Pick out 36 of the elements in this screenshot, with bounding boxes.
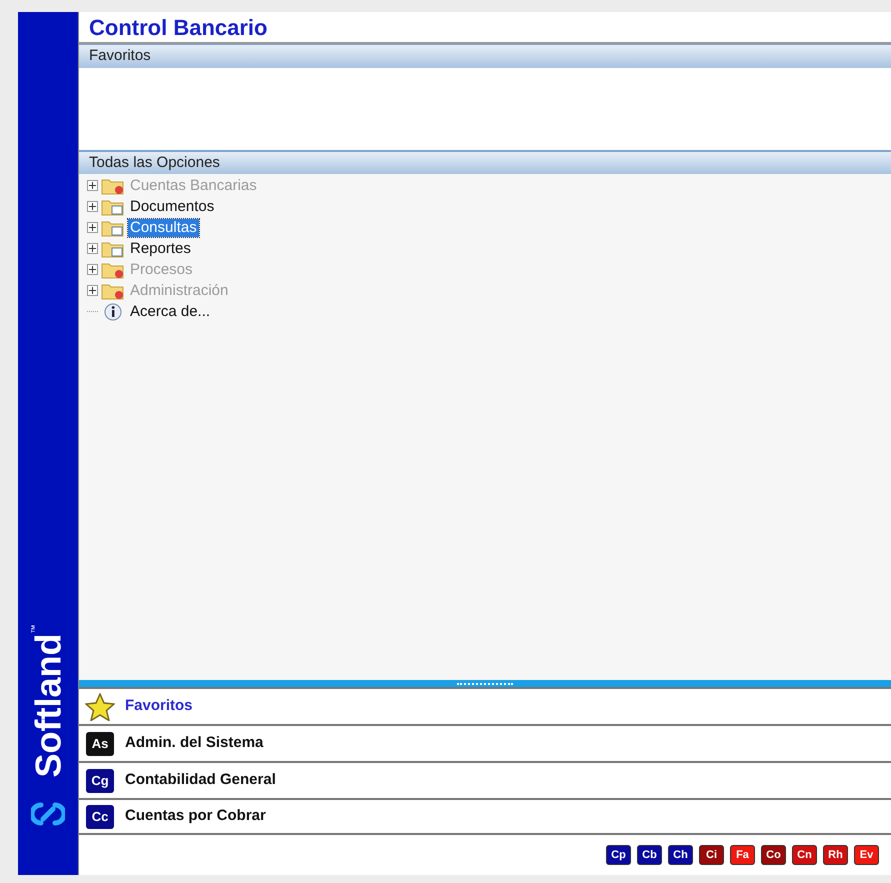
expand-box-icon[interactable] [87, 285, 98, 296]
brand-name: Softland [30, 634, 66, 778]
module-badge: Cc [86, 804, 114, 828]
panel-header: Todas las Opciones [79, 150, 891, 174]
module-badge: As [86, 732, 114, 756]
folder-icon [101, 198, 125, 216]
expand-box-icon[interactable] [87, 201, 98, 212]
app-title: Control Bancario [89, 14, 268, 42]
tree-item[interactable]: Acerca de... [128, 302, 212, 320]
expand-box-icon[interactable] [87, 180, 98, 191]
folder-icon [101, 176, 125, 194]
nav-button[interactable]: Favoritos [79, 687, 891, 724]
nav-button[interactable]: Cc Cuentas por Cobrar [79, 798, 891, 835]
module-badge: Cg [86, 768, 114, 792]
module-shortcut[interactable]: Rh [823, 845, 848, 865]
expand-box-icon[interactable] [87, 264, 98, 275]
expand-box-icon[interactable] [87, 222, 98, 233]
module-shortcut[interactable]: Co [761, 845, 786, 865]
module-shortcut[interactable]: Ch [668, 845, 693, 865]
tree-item[interactable]: Documentos [128, 198, 216, 216]
trademark-mark: ™ [30, 624, 39, 634]
star-icon [83, 692, 117, 720]
module-shortcut[interactable]: Ev [854, 845, 879, 865]
folder-icon [101, 260, 125, 278]
module-shortcut[interactable]: Ci [699, 845, 724, 865]
folder-icon [101, 240, 125, 258]
expand-box-icon[interactable] [87, 243, 98, 254]
module-shortcut[interactable]: Cn [792, 845, 817, 865]
tree-item[interactable]: Consultas [128, 218, 199, 236]
module-shortcut[interactable]: Cb [637, 845, 662, 865]
module-shortcut[interactable]: Cp [606, 845, 631, 865]
module-shortcut[interactable]: Fa [730, 845, 755, 865]
tree-item[interactable]: Reportes [128, 240, 193, 258]
panel-header: Favoritos [79, 44, 891, 68]
folder-icon [101, 218, 125, 236]
folder-icon [101, 282, 125, 300]
